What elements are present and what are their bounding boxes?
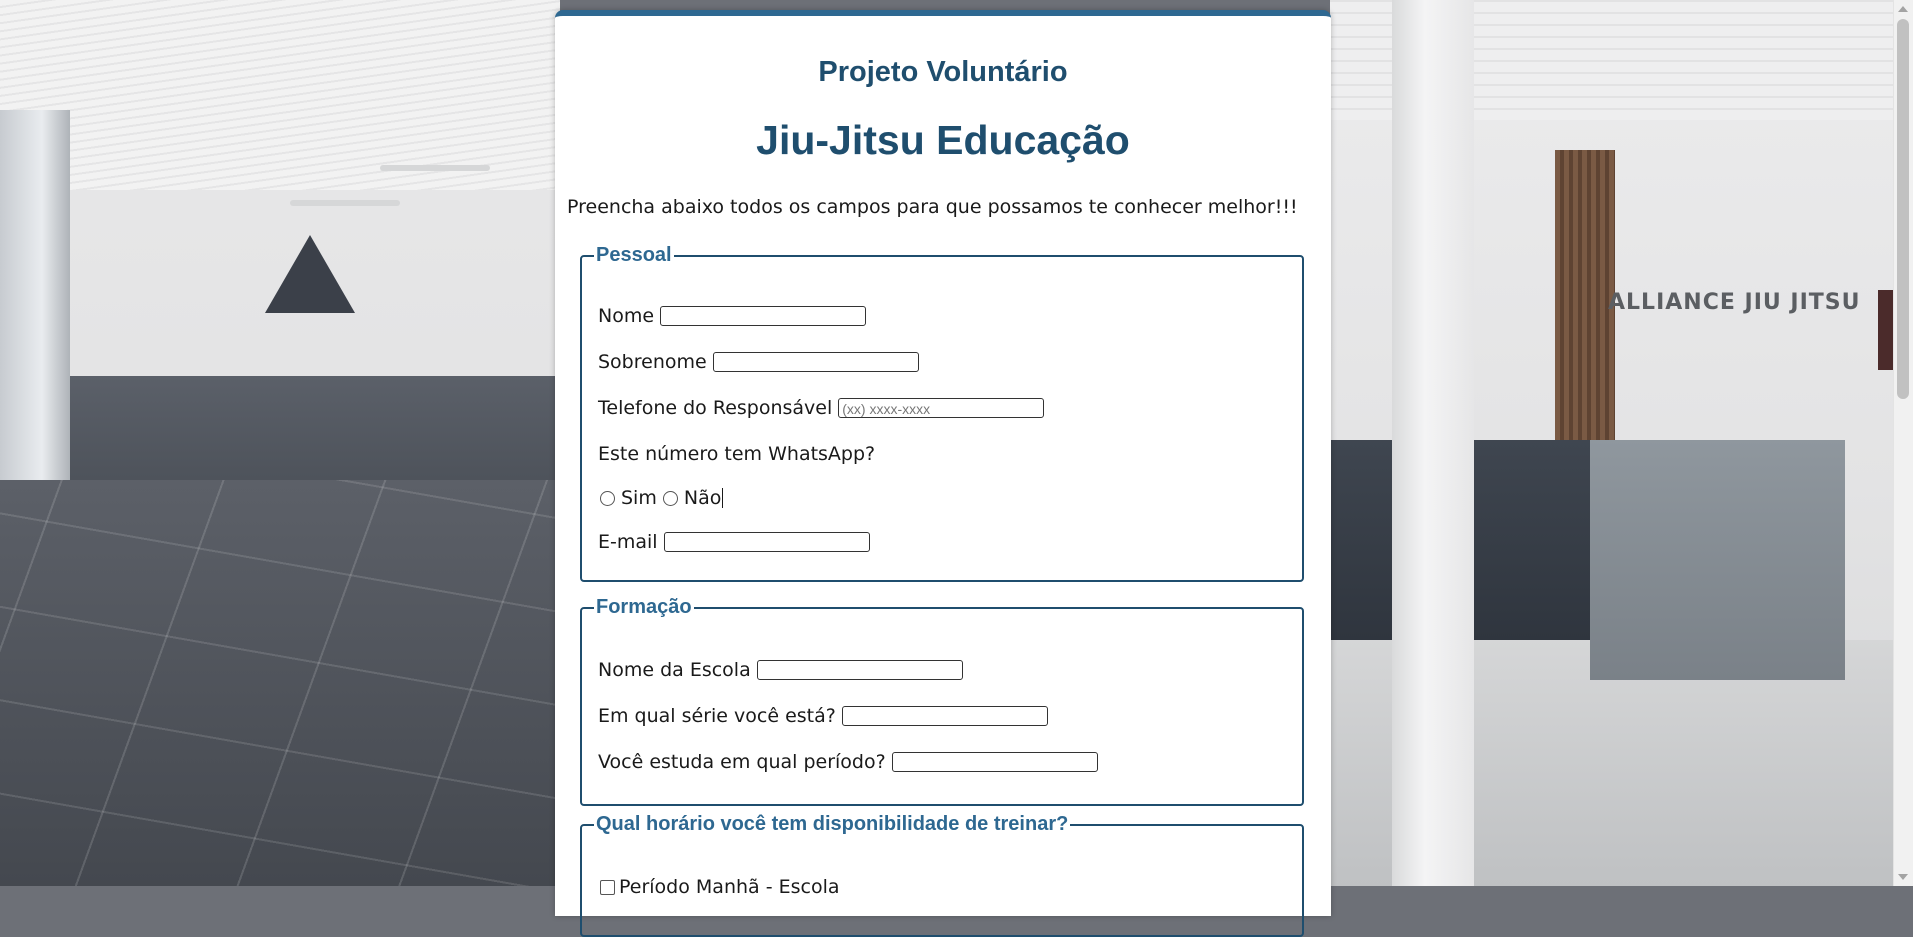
fieldset-horario: Qual horário você tem disponibilidade de…	[580, 813, 1304, 937]
nome-label: Nome	[598, 305, 655, 327]
radio-sim[interactable]	[600, 490, 615, 506]
whatsapp-question: Este número tem WhatsApp?	[598, 443, 876, 465]
checkbox-manha[interactable]	[600, 879, 615, 895]
fieldset-pessoal: Pessoal Nome Sobrenome Telefone do Respo…	[580, 244, 1304, 582]
nome-input[interactable]	[660, 306, 867, 326]
bg-counter-light	[1590, 440, 1845, 680]
legend-pessoal: Pessoal	[596, 244, 672, 266]
email-label: E-mail	[598, 531, 658, 553]
email-input[interactable]	[663, 532, 870, 552]
email-row: E-mail	[598, 531, 870, 553]
bg-column	[1392, 0, 1474, 886]
bg-wood-panel	[1555, 150, 1615, 440]
page-subtitle: Projeto Voluntário	[818, 56, 1068, 88]
horario-option-row: Período Manhã - Escola	[600, 876, 840, 898]
wall-sign: ALLIANCE JIU JITSU	[1608, 290, 1861, 315]
telefone-input[interactable]: (xx) xxxx-xxxx	[838, 398, 1045, 418]
bg-ceiling	[0, 0, 560, 190]
periodo-label: Você estuda em qual período?	[598, 751, 886, 773]
fieldset-formacao: Formação Nome da Escola Em qual série vo…	[580, 596, 1304, 806]
serie-input[interactable]	[841, 706, 1048, 726]
scroll-down-icon[interactable]	[1898, 874, 1908, 880]
telefone-row: Telefone do Responsável (xx) xxxx-xxxx	[598, 397, 1045, 419]
sobrenome-input[interactable]	[712, 352, 919, 372]
ceiling-fan	[380, 165, 490, 171]
checkbox-manha-label[interactable]: Período Manhã - Escola	[619, 876, 840, 898]
intro-text: Preencha abaixo todos os campos para que…	[567, 196, 1298, 218]
periodo-row: Você estuda em qual período?	[598, 751, 1098, 773]
serie-row: Em qual série você está?	[598, 705, 1048, 727]
page-title: Jiu-Jitsu Educação	[756, 117, 1130, 163]
form-card: Projeto Voluntário Jiu-Jitsu Educação Pr…	[555, 10, 1331, 937]
whatsapp-options: Sim Não	[594, 487, 724, 509]
radio-nao[interactable]	[662, 490, 678, 506]
page-scrollbar[interactable]	[1893, 0, 1913, 886]
text-caret	[722, 488, 724, 508]
serie-label: Em qual série você está?	[598, 705, 836, 727]
sobrenome-label: Sobrenome	[598, 351, 707, 373]
nome-row: Nome	[598, 305, 867, 327]
legend-horario: Qual horário você tem disponibilidade de…	[596, 813, 1069, 835]
periodo-input[interactable]	[891, 752, 1098, 772]
radio-nao-label[interactable]: Não	[684, 487, 721, 509]
radio-sim-label[interactable]: Sim	[621, 487, 657, 509]
bg-floor-lines	[0, 480, 560, 886]
bg-wainscot	[70, 376, 560, 486]
wall-logo	[265, 235, 355, 313]
scroll-thumb[interactable]	[1897, 19, 1909, 399]
sobrenome-row: Sobrenome	[598, 351, 919, 373]
ceiling-fan	[290, 200, 400, 206]
whatsapp-question-row: Este número tem WhatsApp?	[598, 443, 875, 465]
escola-row: Nome da Escola	[598, 659, 963, 681]
escola-input[interactable]	[756, 660, 963, 680]
telefone-label: Telefone do Responsável	[598, 397, 833, 419]
legend-formacao: Formação	[596, 596, 692, 618]
scroll-up-icon[interactable]	[1898, 6, 1908, 12]
escola-label: Nome da Escola	[598, 659, 751, 681]
